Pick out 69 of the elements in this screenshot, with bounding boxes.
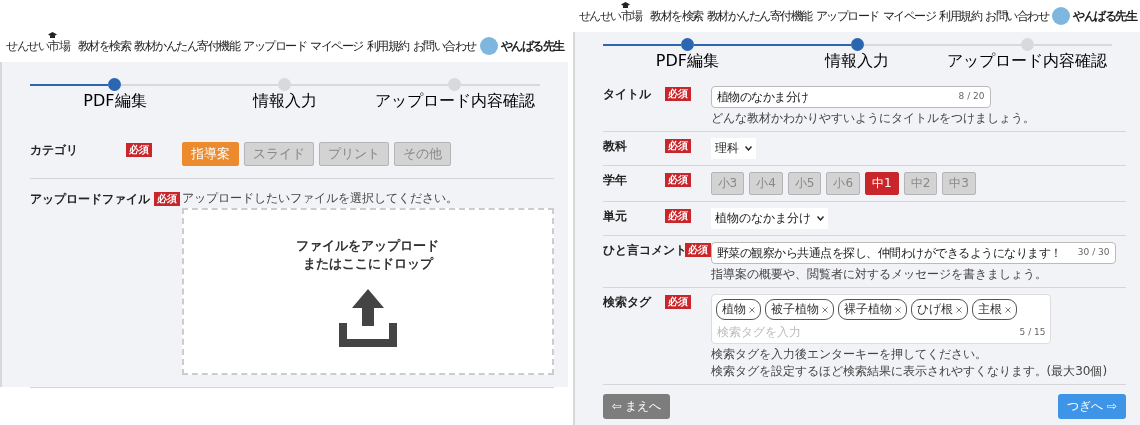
tag-input-box[interactable]: 植物 被子植物 裸子植物 ひげ根 主根 検索タグを入力 5 / 15 [710,294,1051,344]
tag-chip[interactable]: 主根 [971,299,1017,320]
nav-link[interactable]: マイページ [310,37,363,55]
close-icon[interactable] [821,306,828,313]
tag-input[interactable]: 検索タグを入力 [715,323,1020,341]
nav-link[interactable]: 利用規約 [939,7,981,25]
tag-chip[interactable]: ひげ根 [910,299,968,320]
required-badge: 必須 [664,295,691,309]
upload-icon [338,288,397,347]
field-label: 検索タグ [602,294,653,310]
nav-link[interactable]: 教材かんたん寄付機能 [706,7,812,25]
character-counter: 5 / 15 [1019,327,1046,337]
close-icon[interactable] [748,306,755,313]
close-icon[interactable] [1004,306,1011,313]
field-label: カテゴリ [30,142,79,158]
field-label: 単元 [602,208,628,224]
helper-text: アップロードしたいファイルを選択してください。 [182,191,459,205]
step-label: PDF編集 [83,91,147,112]
step-label: アップロード内容確認 [947,51,1108,72]
tag-chip[interactable]: 被子植物 [764,299,834,320]
nav-link[interactable]: アップロード [243,37,306,55]
required-badge: 必須 [684,243,711,257]
field-label: 学年 [602,172,628,188]
nav-link[interactable]: マイページ [882,7,935,25]
helper-text: 検索タグを設定するほど検索結果に表示されやすくなります。(最大30個) [710,364,1109,378]
nav-link[interactable]: 教材を検索 [650,7,703,25]
character-counter: 30 / 30 [1077,247,1110,257]
step-label: 情報入力 [825,51,890,72]
nav-link[interactable]: アップロード [815,7,879,25]
user-name[interactable]: やんばる先生 [500,37,564,55]
required-badge: 必須 [664,139,691,153]
chevron-down-icon [816,216,824,221]
file-drop-zone[interactable]: ファイルをアップロード またはここにドロップ [182,208,554,375]
close-icon[interactable] [955,306,962,313]
select-dropdown[interactable]: 植物のなかま分け [710,208,828,229]
step-label: 情報入力 [252,91,317,112]
chevron-down-icon [744,146,752,151]
required-badge: 必須 [126,143,152,157]
close-icon[interactable] [894,306,901,313]
required-badge: 必須 [664,173,691,187]
field-label: タイトル [602,86,652,102]
site-logo[interactable]: せんせい市場 [6,37,69,55]
nav-link[interactable]: お問い合わせ [412,37,476,55]
required-badge: 必須 [154,192,180,206]
user-name[interactable]: やんばる先生 [1073,7,1136,25]
field-label: 教科 [602,138,628,154]
nav-link[interactable]: 利用規約 [366,37,409,55]
required-badge: 必須 [664,87,691,101]
grade-option[interactable]: 中1 [865,172,899,195]
mortarboard-icon [620,1,630,9]
tag-chip[interactable]: 植物 [715,299,761,320]
helper-text: 検索タグを入力後エンターキーを押してください。 [710,347,988,361]
nav-link[interactable]: 教材を検索 [77,37,130,55]
step-label: PDF編集 [655,51,719,72]
field-label: アップロードファイル [30,191,150,207]
helper-text: どんな教材かわかりやすいようにタイトルをつけましょう。 [710,111,1036,125]
nav-link[interactable]: 教材かんたん寄付機能 [134,37,239,55]
mortarboard-icon [48,31,57,39]
drop-text: ファイルをアップロード [296,236,440,255]
step-label: アップロード内容確認 [374,91,535,112]
required-badge: 必須 [664,209,691,223]
select-dropdown[interactable]: 理科 [710,138,756,159]
back-button[interactable]: ⇦ まえへ [602,394,671,419]
tag-chip[interactable]: 裸子植物 [837,299,907,320]
site-logo[interactable]: せんせい市場 [578,7,642,25]
helper-text: 指導案の概要や、閲覧者に対するメッセージを書きましょう。 [710,267,1048,281]
nav-link[interactable]: お問い合わせ [985,7,1048,25]
character-counter: 8 / 20 [958,91,985,101]
drop-text: またはここにドロップ [301,254,435,273]
